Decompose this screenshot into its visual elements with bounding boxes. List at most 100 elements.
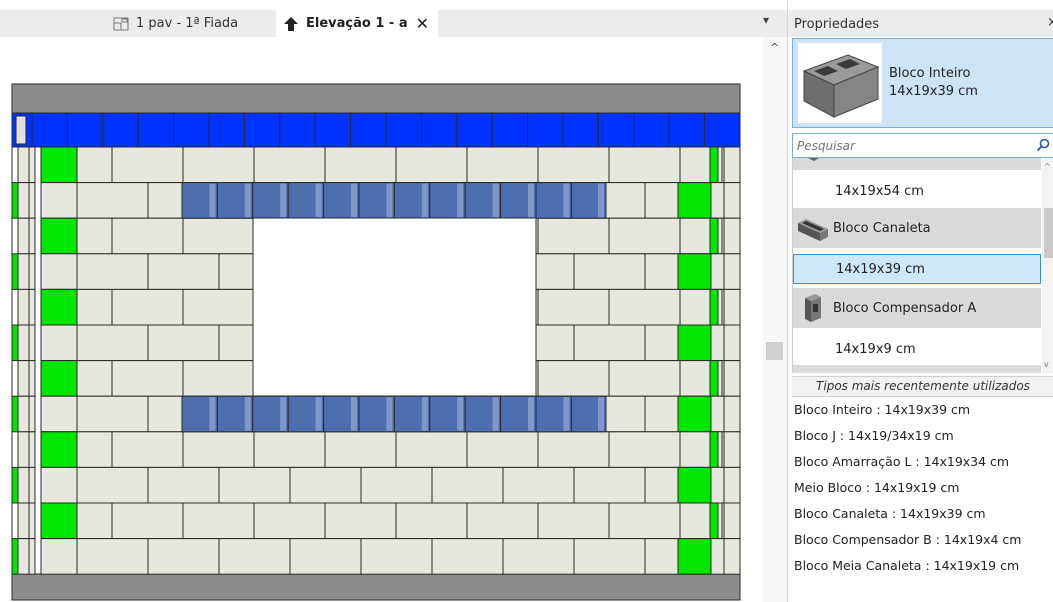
edge-compensator-block[interactable] <box>28 324 36 362</box>
recent-type-item[interactable]: Bloco J : 14x19/34x19 cm <box>794 423 954 449</box>
edge-compensator-block[interactable] <box>28 395 36 433</box>
bond-beam-block[interactable] <box>704 112 741 148</box>
green-corner-block[interactable] <box>677 182 712 219</box>
edge-compensator-block[interactable] <box>717 431 723 468</box>
wall-block[interactable] <box>147 324 220 362</box>
edge-compensator-block[interactable] <box>717 360 723 397</box>
lintel-highlight[interactable] <box>351 397 357 431</box>
wall-block[interactable] <box>253 146 326 184</box>
lintel-highlight[interactable] <box>386 397 393 431</box>
green-corner-block[interactable] <box>11 466 19 504</box>
green-corner-block[interactable] <box>40 502 78 540</box>
wall-block[interactable] <box>147 466 220 504</box>
wall-block[interactable] <box>324 502 397 540</box>
green-corner-block[interactable] <box>11 253 19 290</box>
wall-block[interactable] <box>679 502 711 540</box>
wall-block[interactable] <box>573 324 646 362</box>
wall-block[interactable] <box>679 217 711 255</box>
wall-block[interactable] <box>395 146 468 184</box>
edge-compensator-block[interactable] <box>723 502 741 540</box>
wall-block[interactable] <box>182 217 254 255</box>
dropdown-scrollbar[interactable]: ^ v <box>1042 158 1053 373</box>
edge-compensator-block[interactable] <box>28 146 36 184</box>
edge-compensator-block[interactable] <box>723 431 741 468</box>
bond-beam-block[interactable] <box>597 112 635 148</box>
edge-compensator-block[interactable] <box>17 395 30 433</box>
bond-beam-block[interactable] <box>314 112 352 148</box>
green-corner-block[interactable] <box>709 288 719 326</box>
type-search-box[interactable] <box>792 133 1053 158</box>
lintel-highlight[interactable] <box>421 397 428 431</box>
wall-block[interactable] <box>111 146 184 184</box>
edge-compensator-block[interactable] <box>17 431 30 468</box>
wall-block[interactable] <box>360 538 433 575</box>
green-corner-block[interactable] <box>40 288 78 326</box>
wall-block[interactable] <box>218 253 254 290</box>
scrollbar-thumb[interactable] <box>1044 208 1053 258</box>
wall-block[interactable] <box>466 502 539 540</box>
scrollbar-thumb[interactable] <box>766 342 783 360</box>
lintel-highlight[interactable] <box>386 183 393 218</box>
edge-compensator-block[interactable] <box>723 182 741 219</box>
type-selector[interactable]: Bloco Inteiro 14x19x39 cm <box>792 38 1053 128</box>
edge-compensator-block[interactable] <box>28 538 36 575</box>
edge-compensator-block[interactable] <box>17 324 30 362</box>
green-corner-block[interactable] <box>11 324 19 362</box>
green-corner-block[interactable] <box>709 217 719 255</box>
wall-block[interactable] <box>608 360 681 397</box>
green-corner-block[interactable] <box>677 395 712 433</box>
lintel-highlight[interactable] <box>457 397 464 431</box>
lintel-highlight[interactable] <box>244 397 251 431</box>
elevation-view-canvas[interactable] <box>0 37 763 602</box>
recent-type-item[interactable]: Bloco Compensador B : 14x19x4 cm <box>794 527 1021 553</box>
bond-beam-block[interactable] <box>562 112 599 148</box>
type-search-input[interactable] <box>797 137 1027 154</box>
wall-block[interactable] <box>535 253 575 290</box>
green-corner-block[interactable] <box>677 324 712 362</box>
lintel-highlight[interactable] <box>280 183 287 218</box>
wall-block[interactable] <box>40 538 78 575</box>
wall-block[interactable] <box>608 288 681 326</box>
edge-compensator-block[interactable] <box>17 466 30 504</box>
edge-compensator-block[interactable] <box>28 217 36 255</box>
window-opening[interactable] <box>252 217 537 397</box>
wall-block[interactable] <box>182 146 255 184</box>
bond-beam-block[interactable] <box>243 112 281 148</box>
wall-block[interactable] <box>573 538 646 575</box>
lintel-highlight[interactable] <box>315 183 322 218</box>
lintel-highlight[interactable] <box>598 183 604 218</box>
scroll-down-icon[interactable]: v <box>1044 360 1049 369</box>
edge-compensator-block[interactable] <box>723 324 741 362</box>
wall-block[interactable] <box>40 395 78 433</box>
wall-block[interactable] <box>111 502 184 540</box>
wall-block[interactable] <box>253 502 326 540</box>
wall-block[interactable] <box>147 538 220 575</box>
wall-block[interactable] <box>289 466 362 504</box>
wall-block[interactable] <box>182 431 255 468</box>
wall-block[interactable] <box>76 395 149 433</box>
edge-compensator-block[interactable] <box>28 431 36 468</box>
edge-compensator-block[interactable] <box>17 182 30 219</box>
green-corner-block[interactable] <box>709 146 719 184</box>
wall-block[interactable] <box>40 324 78 362</box>
edge-compensator-block[interactable] <box>717 288 723 326</box>
wall-block[interactable] <box>253 431 326 468</box>
bond-beam-block[interactable] <box>385 112 422 148</box>
bond-beam-block[interactable] <box>208 112 245 148</box>
green-corner-block[interactable] <box>40 431 78 468</box>
edge-compensator-block[interactable] <box>723 217 741 255</box>
wall-block[interactable] <box>76 253 149 290</box>
bond-beam-block[interactable] <box>31 112 68 148</box>
masonry-wall-elevation[interactable] <box>0 37 763 602</box>
edge-compensator-block[interactable] <box>709 182 725 219</box>
wall-block[interactable] <box>466 431 539 468</box>
lintel-highlight[interactable] <box>351 183 357 218</box>
recent-type-item[interactable]: Bloco Amarração L : 14x19x34 cm <box>794 449 1009 475</box>
lintel-highlight[interactable] <box>209 183 216 218</box>
green-corner-block[interactable] <box>11 182 19 219</box>
lintel-highlight[interactable] <box>563 397 570 431</box>
edge-compensator-block[interactable] <box>709 538 725 575</box>
wall-block[interactable] <box>40 466 78 504</box>
wall-block[interactable] <box>395 502 468 540</box>
lintel-highlight[interactable] <box>492 397 499 431</box>
